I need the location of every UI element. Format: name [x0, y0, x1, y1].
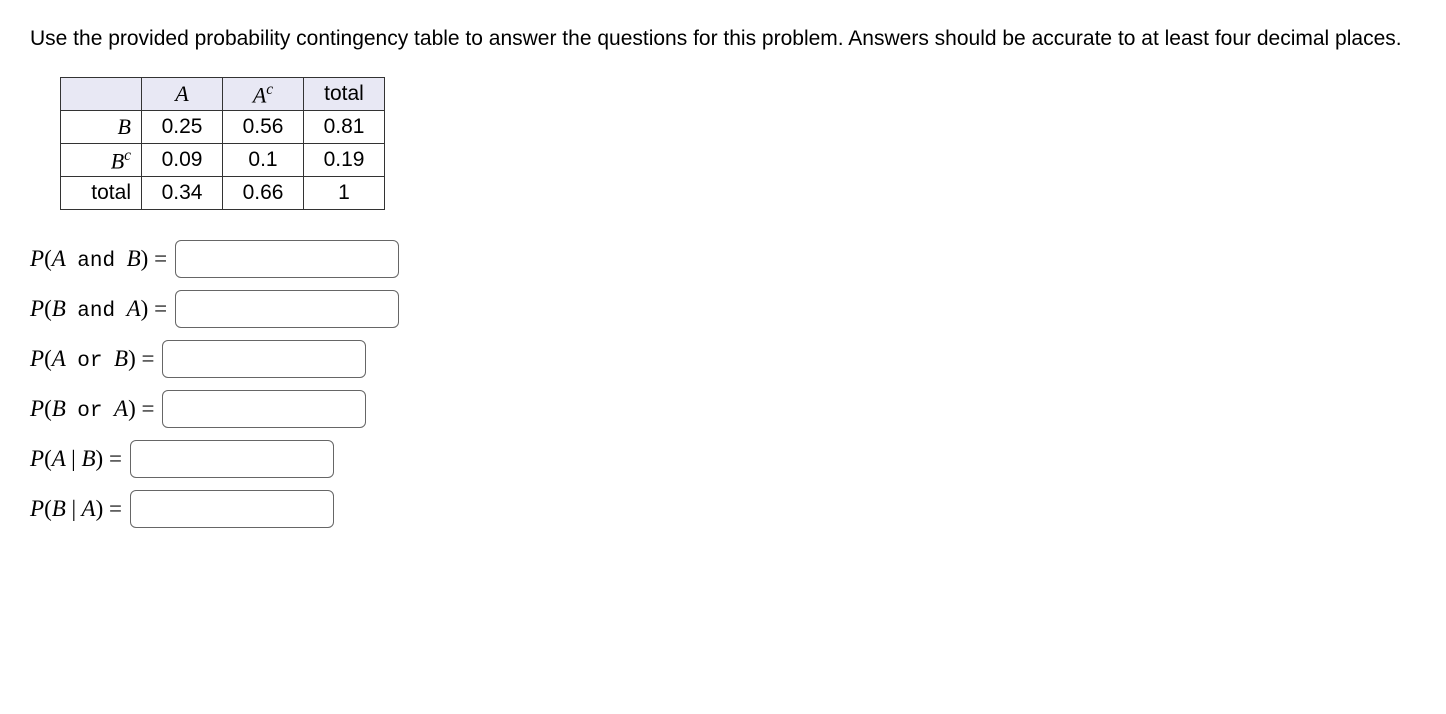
question-label: P(B | A) =: [30, 496, 122, 522]
header-blank: [61, 78, 142, 111]
cell-total-Ac: 0.66: [223, 177, 304, 210]
table-row: Bc 0.09 0.1 0.19: [61, 144, 385, 177]
contingency-table: A Ac total B 0.25 0.56 0.81 Bc 0.09 0.1 …: [60, 77, 385, 210]
cell-Bc-total: 0.19: [304, 144, 385, 177]
question-row: P(B | A) =: [30, 490, 1416, 528]
question-row: P(A and B) =: [30, 240, 1416, 278]
cell-Bc-Ac: 0.1: [223, 144, 304, 177]
cell-B-A: 0.25: [142, 111, 223, 144]
answer-input-4[interactable]: [162, 390, 366, 428]
header-Ac: Ac: [223, 78, 304, 111]
row-label-B: B: [61, 111, 142, 144]
header-total: total: [304, 78, 385, 111]
question-label: P(A or B) =: [30, 346, 154, 373]
question-label: P(B or A) =: [30, 396, 154, 423]
header-A: A: [142, 78, 223, 111]
cell-total-A: 0.34: [142, 177, 223, 210]
table-header-row: A Ac total: [61, 78, 385, 111]
answer-input-2[interactable]: [175, 290, 399, 328]
instruction-text: Use the provided probability contingency…: [30, 25, 1416, 52]
answer-input-6[interactable]: [130, 490, 334, 528]
questions-list: P(A and B) = P(B and A) = P(A or B) = P(…: [30, 240, 1416, 528]
cell-total-total: 1: [304, 177, 385, 210]
question-label: P(B and A) =: [30, 296, 167, 323]
table-row: B 0.25 0.56 0.81: [61, 111, 385, 144]
cell-Bc-A: 0.09: [142, 144, 223, 177]
answer-input-5[interactable]: [130, 440, 334, 478]
question-row: P(B or A) =: [30, 390, 1416, 428]
question-label: P(A | B) =: [30, 446, 122, 472]
cell-B-total: 0.81: [304, 111, 385, 144]
row-label-Bc: Bc: [61, 144, 142, 177]
row-label-total: total: [61, 177, 142, 210]
contingency-table-wrap: A Ac total B 0.25 0.56 0.81 Bc 0.09 0.1 …: [60, 77, 1416, 210]
table-row: total 0.34 0.66 1: [61, 177, 385, 210]
answer-input-3[interactable]: [162, 340, 366, 378]
question-label: P(A and B) =: [30, 246, 167, 273]
question-row: P(A or B) =: [30, 340, 1416, 378]
question-row: P(A | B) =: [30, 440, 1416, 478]
answer-input-1[interactable]: [175, 240, 399, 278]
cell-B-Ac: 0.56: [223, 111, 304, 144]
question-row: P(B and A) =: [30, 290, 1416, 328]
